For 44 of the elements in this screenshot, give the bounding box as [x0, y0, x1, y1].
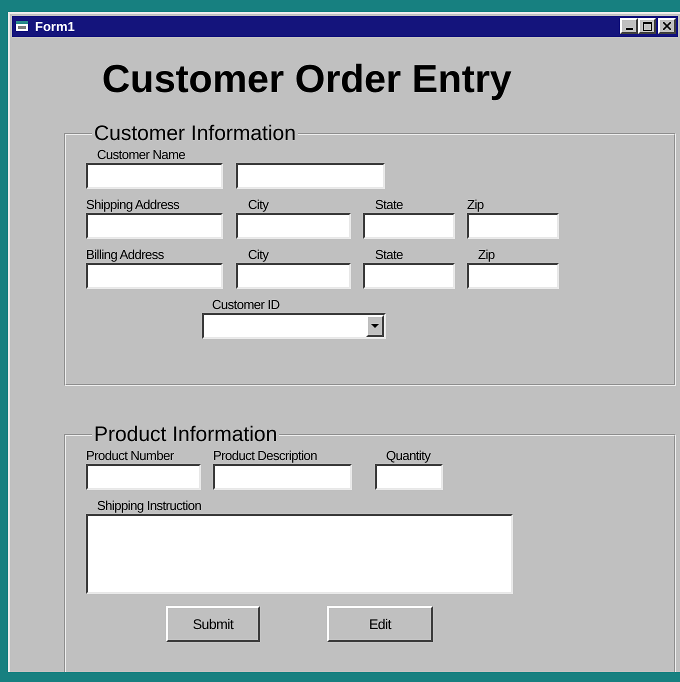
text-area[interactable] [86, 514, 513, 594]
minimize-icon [626, 28, 632, 30]
text-field[interactable] [86, 464, 201, 490]
text-field[interactable] [375, 464, 443, 490]
field-label: Customer Name [97, 146, 186, 164]
text-field[interactable] [236, 162, 385, 189]
field-label: Shipping Instruction [97, 497, 202, 516]
field-label: City [248, 196, 268, 214]
dropdown-field[interactable] [202, 312, 386, 339]
field-label: Customer ID [212, 296, 280, 314]
form-heading: Customer Order Entry [102, 56, 513, 103]
text-field[interactable] [236, 262, 351, 289]
group-title: Customer Information [93, 122, 297, 145]
field-label: State [375, 196, 403, 214]
field-label: City [248, 246, 268, 264]
text-field[interactable] [86, 162, 223, 189]
maximize-button[interactable] [638, 18, 656, 34]
field-label: State [375, 246, 403, 264]
text-field[interactable] [236, 212, 351, 239]
form-button[interactable]: Edit [327, 606, 433, 642]
dropdown-button[interactable] [366, 314, 384, 337]
field-label: Product Number [86, 447, 174, 466]
text-field[interactable] [86, 212, 223, 239]
close-icon [663, 22, 671, 30]
form-button[interactable]: Submit [166, 606, 260, 642]
field-label: Quantity [386, 447, 430, 466]
window-icon [15, 20, 29, 32]
field-label: Product Description [213, 447, 317, 466]
text-field[interactable] [467, 212, 559, 239]
close-button[interactable] [658, 18, 676, 34]
text-field[interactable] [467, 262, 559, 289]
text-field[interactable] [363, 212, 455, 239]
maximize-icon [642, 22, 652, 31]
field-label: Billing Address [86, 246, 164, 264]
caret-icon [371, 324, 379, 328]
window-title: Form1 [35, 18, 75, 36]
group-title: Product Information [93, 424, 278, 446]
minimize-button[interactable] [620, 18, 638, 34]
text-field[interactable] [86, 262, 223, 289]
text-field[interactable] [363, 262, 455, 289]
field-label: Zip [467, 196, 484, 214]
field-label: Zip [478, 246, 495, 264]
text-field[interactable] [213, 464, 352, 490]
field-label: Shipping Address [86, 196, 180, 214]
